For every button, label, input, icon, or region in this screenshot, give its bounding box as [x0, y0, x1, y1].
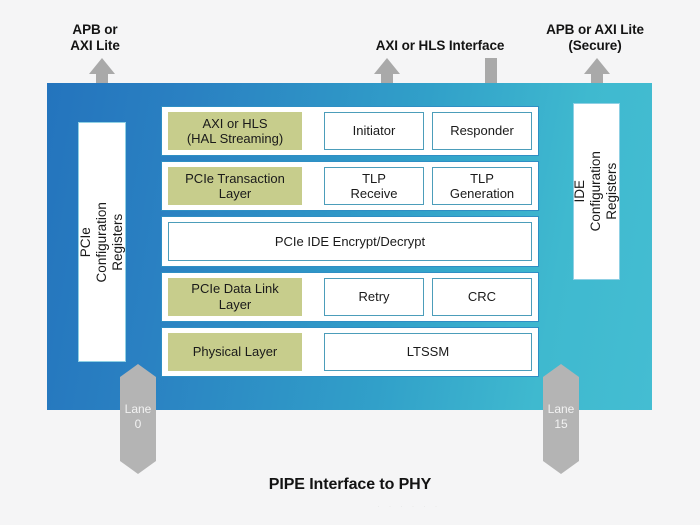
lane-ellipsis: · · · · · ·: [377, 501, 441, 511]
diagram-canvas: APB or AXI Lite AXI or HLS Interface APB…: [0, 0, 700, 525]
stack-row-pcie-ide: PCIe IDE Encrypt/Decrypt: [161, 216, 539, 267]
layer-label-pcie-data-link-layer: PCIe Data Link Layer: [168, 277, 302, 316]
block-tlp-receive[interactable]: TLP Receive: [324, 167, 424, 206]
lane-arrow-15: Lane 15: [543, 364, 579, 474]
block-tlp-generation[interactable]: TLP Generation: [432, 167, 532, 206]
caption-apb-axi-lite: APB or AXI Lite: [70, 22, 120, 54]
block-crc[interactable]: CRC: [432, 277, 532, 316]
stack-row-pcie-data-link-layer: PCIe Data Link Layer Retry CRC: [161, 271, 539, 322]
block-responder[interactable]: Responder: [432, 112, 532, 151]
ide-configuration-registers-label: IDE Configuration Registers: [572, 151, 620, 232]
layer-label-physical-layer: Physical Layer: [168, 332, 302, 372]
layer-label-pcie-transaction-layer: PCIe Transaction Layer: [168, 167, 302, 206]
pcie-configuration-registers-box[interactable]: PCIe Configuration Registers: [78, 122, 126, 362]
block-initiator[interactable]: Initiator: [324, 112, 424, 151]
stack-row-physical-layer: Physical Layer LTSSM: [161, 326, 539, 378]
ide-configuration-registers-box[interactable]: IDE Configuration Registers: [572, 103, 620, 280]
block-retry[interactable]: Retry: [324, 277, 424, 316]
caption-apb-axi-lite-secure: APB or AXI Lite (Secure): [546, 22, 644, 54]
pcie-configuration-registers-label: PCIe Configuration Registers: [77, 201, 126, 283]
footer-pipe-interface-label: PIPE Interface to PHY: [268, 476, 432, 493]
protocol-layer-stack: AXI or HLS (HAL Streaming) Initiator Res…: [161, 106, 539, 378]
block-pcie-ide-encrypt-decrypt[interactable]: PCIe IDE Encrypt/Decrypt: [168, 222, 532, 261]
lane-arrow-0: Lane 0: [120, 364, 156, 474]
block-ltssm[interactable]: LTSSM: [324, 332, 532, 372]
stack-row-axi-hls: AXI or HLS (HAL Streaming) Initiator Res…: [161, 106, 539, 157]
stack-row-pcie-transaction-layer: PCIe Transaction Layer TLP Receive TLP G…: [161, 161, 539, 212]
layer-label-axi-hls: AXI or HLS (HAL Streaming): [168, 112, 302, 151]
